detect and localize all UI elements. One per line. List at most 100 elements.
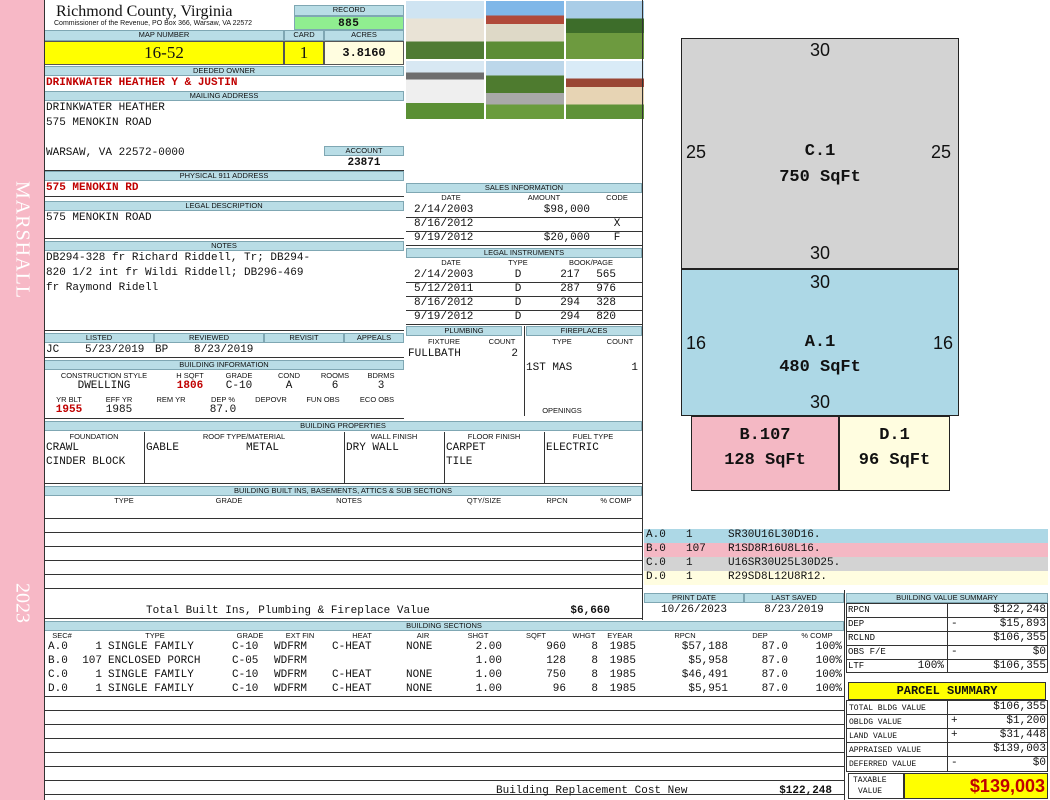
- sections-row-rule: [44, 752, 844, 753]
- sec-air: NONE: [406, 683, 433, 695]
- sec-grade: C-10: [232, 683, 259, 695]
- acres-header: ACRES: [324, 30, 404, 41]
- sqft-col: SQFT: [526, 631, 546, 640]
- record-header: RECORD: [294, 5, 404, 16]
- vs-ltf-pct: 100%: [917, 660, 944, 672]
- sales-amount-col: AMOUNT: [527, 193, 561, 202]
- fp-count-col: COUNT: [606, 337, 634, 346]
- legend-path: R29SD8L12U8R12.: [728, 571, 828, 583]
- instr-book: 217: [560, 269, 580, 281]
- builtins-row: [44, 588, 642, 589]
- sec-rpcn: $5,958: [688, 655, 728, 667]
- legend-sec: B.0: [646, 543, 666, 555]
- builtins-row: [44, 560, 642, 561]
- house-photo-6[interactable]: [565, 60, 645, 120]
- house-photo-4[interactable]: [405, 60, 485, 120]
- builtins-row: [44, 518, 642, 519]
- sec-dep: 87.0: [761, 655, 788, 667]
- foundation-2: CINDER BLOCK: [46, 456, 126, 468]
- house-photo-5[interactable]: [485, 60, 565, 120]
- listed-header: LISTED: [44, 333, 154, 343]
- sec-shgt: 2.00: [475, 641, 502, 653]
- b107-area: 128 SqFt: [724, 451, 806, 470]
- print-date-header: PRINT DATE: [644, 593, 744, 603]
- sec-type: ENCLOSED PORCH: [108, 655, 201, 667]
- rooms-col: ROOMS: [320, 371, 350, 380]
- yrblt-col: YR BLT: [56, 395, 82, 404]
- instr-date: 2/14/2003: [414, 269, 474, 281]
- year-label: 2023: [11, 583, 34, 623]
- openings-label: OPENINGS: [542, 406, 582, 415]
- sec-eyear: 1985: [609, 641, 636, 653]
- a1-area: 480 SqFt: [779, 358, 861, 377]
- sections-row-rule: [44, 710, 844, 711]
- taxable-label-2: VALUE: [858, 787, 883, 796]
- sec-col: SEC#: [52, 631, 72, 640]
- type-col: TYPE: [145, 631, 165, 640]
- yrblt-value: 1955: [55, 404, 83, 416]
- physical-header: PHYSICAL 911 ADDRESS: [44, 171, 404, 181]
- house-photo-3[interactable]: [565, 0, 645, 60]
- sales-code: F: [613, 232, 621, 244]
- ps-obldg-sign: +: [951, 715, 958, 727]
- a1-top-dim: 30: [810, 272, 831, 292]
- rcn-value: $122,248: [779, 785, 832, 797]
- sec-whgt: 8: [591, 669, 598, 681]
- print-date-value: 10/26/2023: [660, 604, 727, 616]
- sec-shgt: 1.00: [475, 655, 502, 667]
- heat-col: HEAT: [352, 631, 372, 640]
- sec-eyear: 1985: [609, 655, 636, 667]
- plumbing-count: 2: [511, 348, 518, 360]
- construction-value: DWELLING: [77, 380, 131, 392]
- builtins-row: [44, 546, 642, 547]
- reviewed-by: BP: [155, 344, 169, 356]
- legend-row: [644, 529, 1048, 543]
- sales-date: 9/19/2012: [414, 232, 474, 244]
- sec-id: B.0: [48, 655, 68, 667]
- ps-appraised: $139,003: [993, 743, 1046, 755]
- sec-n: 1: [95, 669, 102, 681]
- house-photo-2[interactable]: [485, 0, 565, 60]
- map-number-header: MAP NUMBER: [44, 30, 284, 41]
- effyr-value: 1985: [105, 404, 133, 416]
- instr-type: D: [514, 297, 522, 309]
- comp-col: % COMP: [801, 631, 833, 640]
- account-header: ACCOUNT: [324, 146, 404, 156]
- sec-shgt: 1.00: [475, 683, 502, 695]
- sec-shgt: 1.00: [475, 669, 502, 681]
- sec-rpcn: $5,951: [688, 683, 728, 695]
- legal-header: LEGAL DESCRIPTION: [44, 201, 404, 211]
- sec-rpcn: $57,188: [681, 641, 728, 653]
- vs-dep: $15,893: [999, 618, 1046, 630]
- ps-bldg: $106,355: [993, 701, 1046, 713]
- c1-label: C.1: [804, 142, 836, 161]
- photo-gallery: [405, 0, 645, 120]
- sec-eyear: 1985: [609, 669, 636, 681]
- foundation-col: FOUNDATION: [69, 432, 119, 441]
- sec-extfin: WDFRM: [274, 641, 308, 653]
- fixture-col: FIXTURE: [427, 337, 461, 346]
- roof-material: METAL: [246, 442, 280, 454]
- hsqft-col: H SQFT: [176, 371, 204, 380]
- sales-date: 8/16/2012: [414, 218, 474, 230]
- dep-value: 87.0: [209, 404, 237, 416]
- sections-row-rule: [44, 794, 844, 795]
- legal-value: 575 MENOKIN ROAD: [46, 212, 152, 224]
- instr-type-col: TYPE: [508, 258, 528, 267]
- sections-header: BUILDING SECTIONS: [44, 621, 844, 631]
- d1-label: D.1: [879, 426, 910, 445]
- sec-sqft: 750: [546, 669, 566, 681]
- house-photo-1[interactable]: [405, 0, 485, 60]
- ps-land: $31,448: [999, 729, 1046, 741]
- sec-type: SINGLE FAMILY: [108, 683, 194, 695]
- last-saved-value: 8/23/2019: [764, 604, 824, 616]
- instr-book-col: BOOK/PAGE: [568, 258, 614, 267]
- sec-type: SINGLE FAMILY: [108, 669, 194, 681]
- legend-n: 1: [686, 529, 693, 541]
- bi-qty-col: QTY/SIZE: [466, 496, 502, 505]
- sec-dep: 87.0: [761, 683, 788, 695]
- instr-book: 294: [560, 311, 580, 323]
- map-number-value: 16-52: [44, 41, 284, 65]
- wall-finish: DRY WALL: [346, 442, 399, 454]
- sec-grade: C-10: [232, 669, 259, 681]
